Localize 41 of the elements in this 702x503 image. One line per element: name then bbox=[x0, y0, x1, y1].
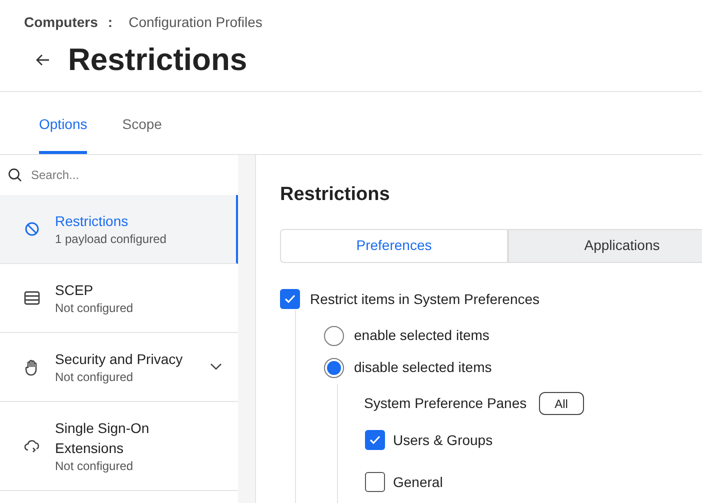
checkbox[interactable] bbox=[365, 472, 385, 492]
payload-name: SCEP bbox=[55, 281, 94, 300]
segment-tab[interactable]: Preferences bbox=[280, 228, 508, 262]
cloud-icon bbox=[24, 439, 40, 453]
payload-name: Security and Privacy bbox=[55, 350, 184, 369]
payload-status: Not configured bbox=[55, 300, 134, 316]
panes-label: System Preference Panes bbox=[364, 394, 527, 413]
radio-label: disable selected items bbox=[354, 358, 492, 377]
breadcrumb-link[interactable]: Computers bbox=[24, 12, 98, 33]
payload-item[interactable]: SCEP Not configured bbox=[0, 264, 238, 333]
payload-status: 1 payload configured bbox=[55, 231, 168, 247]
payload-item[interactable]: Single Sign-On Extensions Not configured bbox=[0, 402, 238, 491]
check-icon bbox=[284, 294, 296, 304]
chevron-down-icon[interactable] bbox=[210, 363, 222, 371]
checkbox-label: Users & Groups bbox=[393, 430, 493, 450]
search-field[interactable]: Search... bbox=[31, 166, 211, 184]
payload-item[interactable]: Security and Privacy Not configured bbox=[0, 333, 238, 402]
checkbox[interactable] bbox=[365, 430, 385, 450]
payload-item[interactable]: Restrictions 1 payload configured bbox=[0, 195, 238, 264]
payload-name: Restrictions bbox=[55, 212, 130, 231]
page-title: Restrictions bbox=[68, 41, 248, 79]
back-arrow-icon[interactable] bbox=[36, 54, 50, 66]
payload-name: Single Sign-On Extensions bbox=[55, 419, 150, 458]
radio-button[interactable] bbox=[324, 326, 344, 346]
checkbox-label: General bbox=[393, 472, 443, 492]
prohibited-icon bbox=[24, 221, 40, 237]
breadcrumb-separator: : bbox=[108, 13, 113, 32]
breadcrumb-current: Configuration Profiles bbox=[128, 13, 262, 32]
radio-button[interactable] bbox=[324, 358, 344, 378]
section-title: Restrictions bbox=[280, 183, 391, 207]
checkbox[interactable] bbox=[280, 289, 300, 309]
segment-tab[interactable]: Applications bbox=[508, 228, 702, 262]
checkbox-label: Restrict items in System Preferences bbox=[310, 290, 540, 309]
check-icon bbox=[369, 435, 381, 445]
tab[interactable]: Scope bbox=[122, 114, 162, 154]
list-icon bbox=[24, 291, 40, 305]
search-icon bbox=[8, 168, 22, 182]
radio-label: enable selected items bbox=[354, 326, 490, 345]
payload-status: Not configured bbox=[55, 369, 134, 385]
all-button[interactable]: All bbox=[538, 392, 584, 415]
payload-status: Not configured bbox=[55, 458, 134, 474]
